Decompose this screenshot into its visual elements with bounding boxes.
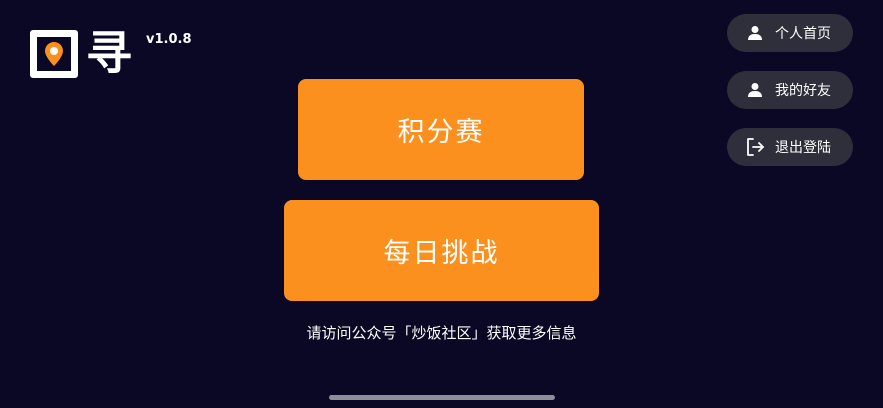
- version-label: v1.0.8: [146, 32, 192, 47]
- points-match-label: 积分赛: [397, 117, 485, 148]
- profile-home-button[interactable]: 个人首页: [727, 14, 853, 52]
- logout-label: 退出登陆: [775, 140, 831, 156]
- logout-button[interactable]: 退出登陆: [727, 128, 853, 166]
- logo-frame: [30, 30, 78, 78]
- my-friends-button[interactable]: 我的好友: [727, 71, 853, 109]
- daily-challenge-label: 每日挑战: [383, 238, 500, 269]
- my-friends-label: 我的好友: [775, 83, 831, 99]
- points-match-button[interactable]: 积分赛: [298, 79, 584, 180]
- map-pin-icon: [45, 42, 63, 66]
- daily-challenge-button[interactable]: 每日挑战: [284, 200, 599, 301]
- app-screen: 寻 v1.0.8 积分赛 每日挑战 请访问公众号「炒饭社区」获取更多信息 个人首…: [0, 0, 883, 408]
- home-indicator[interactable]: [329, 395, 555, 400]
- user-icon: [745, 80, 765, 100]
- user-icon: [745, 23, 765, 43]
- profile-home-label: 个人首页: [775, 26, 831, 42]
- logo-text: 寻: [86, 26, 132, 80]
- app-logo: 寻 v1.0.8: [30, 26, 192, 80]
- notice-text: 请访问公众号「炒饭社区」获取更多信息: [306, 324, 577, 342]
- logout-icon: [745, 137, 765, 157]
